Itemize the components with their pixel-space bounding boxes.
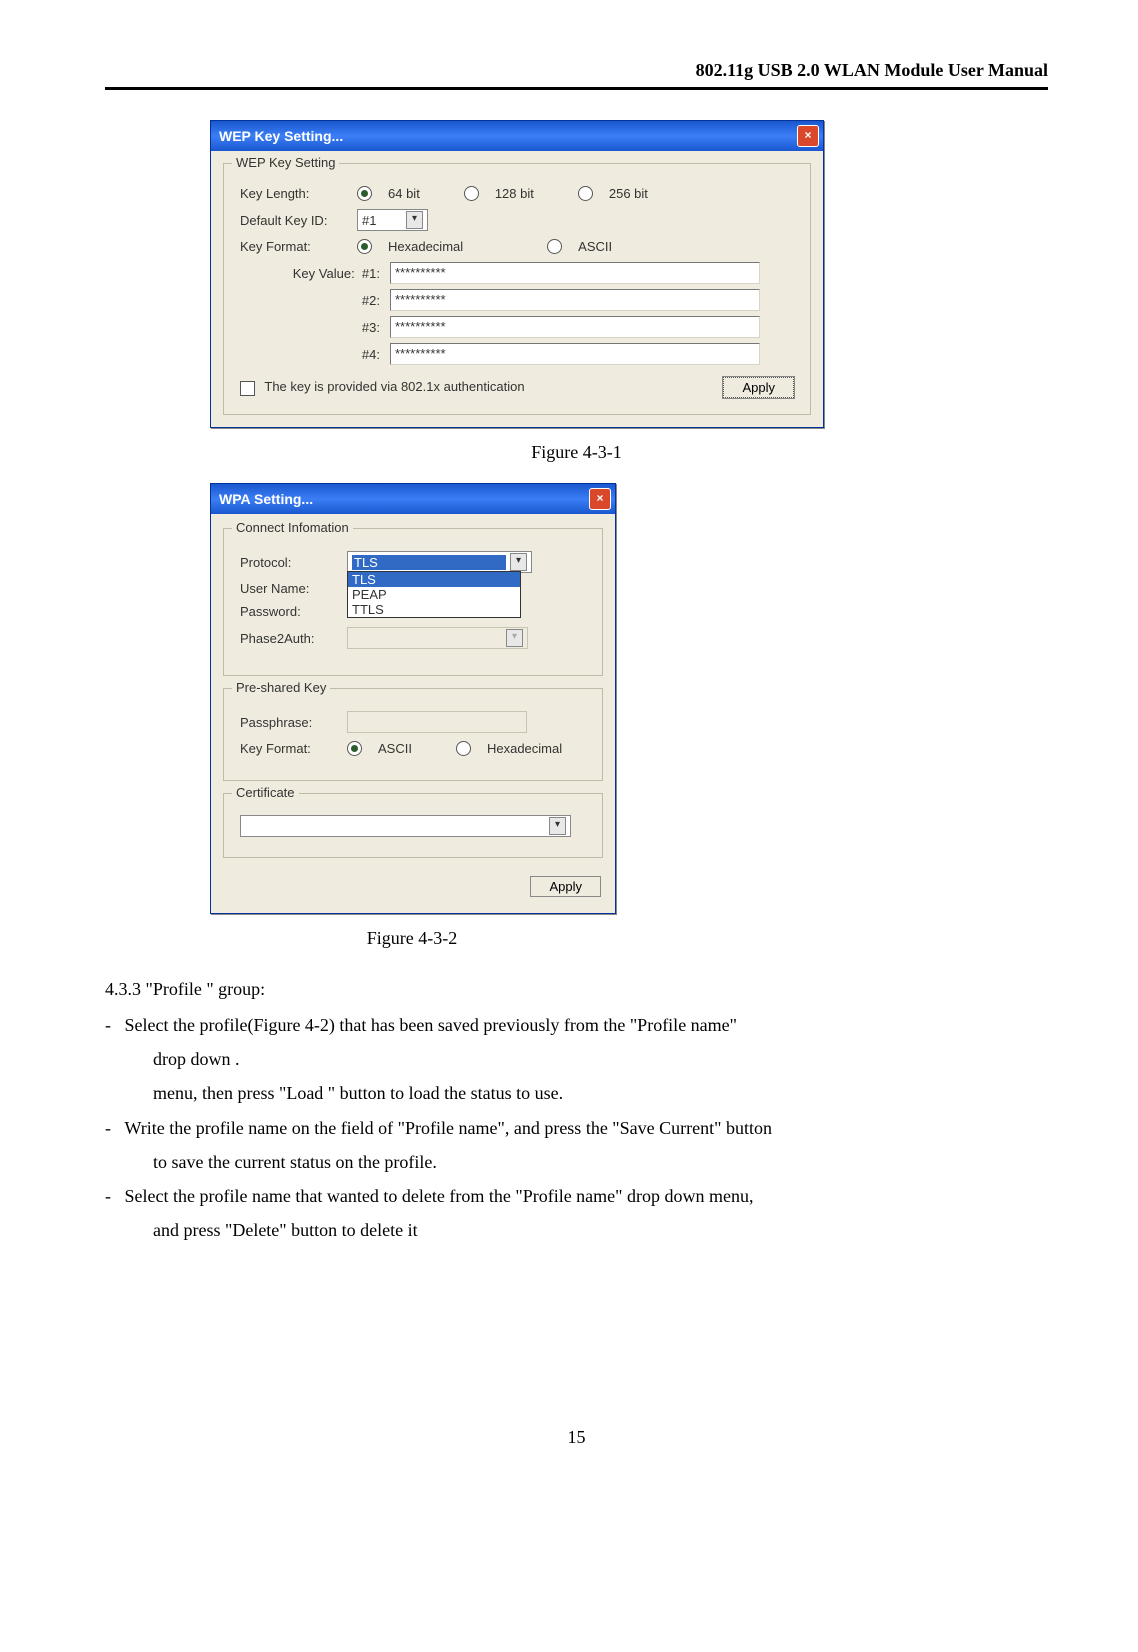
radio-128bit[interactable] [464, 186, 479, 201]
key1-input[interactable]: ********** [390, 262, 760, 284]
passphrase-label: Passphrase: [240, 715, 335, 730]
password-label: Password: [240, 604, 335, 619]
protocol-dropdown[interactable]: TLS PEAP TTLS [347, 571, 521, 618]
default-key-label: Default Key ID: [240, 213, 345, 228]
opt-64bit[interactable]: 64 bit [388, 186, 420, 201]
chevron-down-icon[interactable]: ▾ [406, 211, 423, 229]
opt-128bit[interactable]: 128 bit [495, 186, 534, 201]
wep-title: WEP Key Setting... [219, 128, 343, 144]
close-icon[interactable]: × [797, 125, 819, 147]
certificate-select[interactable]: ▾ [240, 815, 571, 837]
passphrase-input [347, 711, 527, 733]
key-value-label: Key Value: [293, 266, 355, 281]
page-number: 15 [105, 1427, 1048, 1448]
figure-431-caption: Figure 4-3-1 [105, 442, 1048, 463]
wep-titlebar: WEP Key Setting... × [211, 121, 823, 151]
username-label: User Name: [240, 581, 335, 596]
radio-psk-ascii[interactable] [347, 741, 362, 756]
figure-432-caption: Figure 4-3-2 [210, 928, 614, 949]
radio-256bit[interactable] [578, 186, 593, 201]
radio-psk-hex[interactable] [456, 741, 471, 756]
wpa-apply-button[interactable]: Apply [530, 876, 601, 897]
radio-ascii[interactable] [547, 239, 562, 254]
wpa-dialog: WPA Setting... × Connect Infomation Prot… [210, 483, 616, 914]
wpa-titlebar: WPA Setting... × [211, 484, 615, 514]
wep-apply-button[interactable]: Apply [723, 377, 794, 398]
psk-hex[interactable]: Hexadecimal [487, 741, 562, 756]
key4-label: #4: [240, 347, 390, 362]
close-icon[interactable]: × [589, 488, 611, 510]
dd-opt-tls[interactable]: TLS [348, 572, 520, 587]
opt-256bit[interactable]: 256 bit [609, 186, 648, 201]
phase2auth-label: Phase2Auth: [240, 631, 335, 646]
radio-hex[interactable] [357, 239, 372, 254]
key-format-label: Key Format: [240, 239, 345, 254]
protocol-label: Protocol: [240, 555, 335, 570]
auth-checkbox[interactable] [240, 381, 255, 396]
psk-keyformat-label: Key Format: [240, 741, 335, 756]
connect-info-label: Connect Infomation [232, 520, 353, 535]
dd-opt-peap[interactable]: PEAP [348, 587, 520, 602]
section-433-heading: 4.3.3 "Profile " group: [105, 979, 1048, 1000]
chevron-down-icon[interactable]: ▾ [549, 817, 566, 835]
auth-label: The key is provided via 802.1x authentic… [264, 379, 524, 394]
key3-input[interactable]: ********** [390, 316, 760, 338]
header-rule [105, 87, 1048, 90]
key2-label: #2: [240, 293, 390, 308]
default-key-select[interactable]: #1 ▾ [357, 209, 428, 231]
key4-input[interactable]: ********** [390, 343, 760, 365]
radio-64bit[interactable] [357, 186, 372, 201]
phase2auth-select: ▾ [347, 627, 528, 649]
key3-label: #3: [240, 320, 390, 335]
cert-group-label: Certificate [232, 785, 299, 800]
page-header: 802.11g USB 2.0 WLAN Module User Manual [105, 60, 1048, 87]
chevron-down-icon: ▾ [506, 629, 523, 647]
wpa-title: WPA Setting... [219, 491, 313, 507]
key-length-label: Key Length: [240, 186, 345, 201]
fmt-ascii[interactable]: ASCII [578, 239, 612, 254]
body-paragraph: - Select the profile(Figure 4-2) that ha… [105, 1008, 1048, 1247]
psk-group-label: Pre-shared Key [232, 680, 330, 695]
wep-group-label: WEP Key Setting [232, 155, 339, 170]
fmt-hex[interactable]: Hexadecimal [388, 239, 463, 254]
dd-opt-ttls[interactable]: TTLS [348, 602, 520, 617]
wep-dialog: WEP Key Setting... × WEP Key Setting Key… [210, 120, 824, 428]
psk-ascii[interactable]: ASCII [378, 741, 412, 756]
chevron-down-icon[interactable]: ▾ [510, 553, 527, 571]
key2-input[interactable]: ********** [390, 289, 760, 311]
protocol-select[interactable]: TLS ▾ [347, 551, 532, 573]
